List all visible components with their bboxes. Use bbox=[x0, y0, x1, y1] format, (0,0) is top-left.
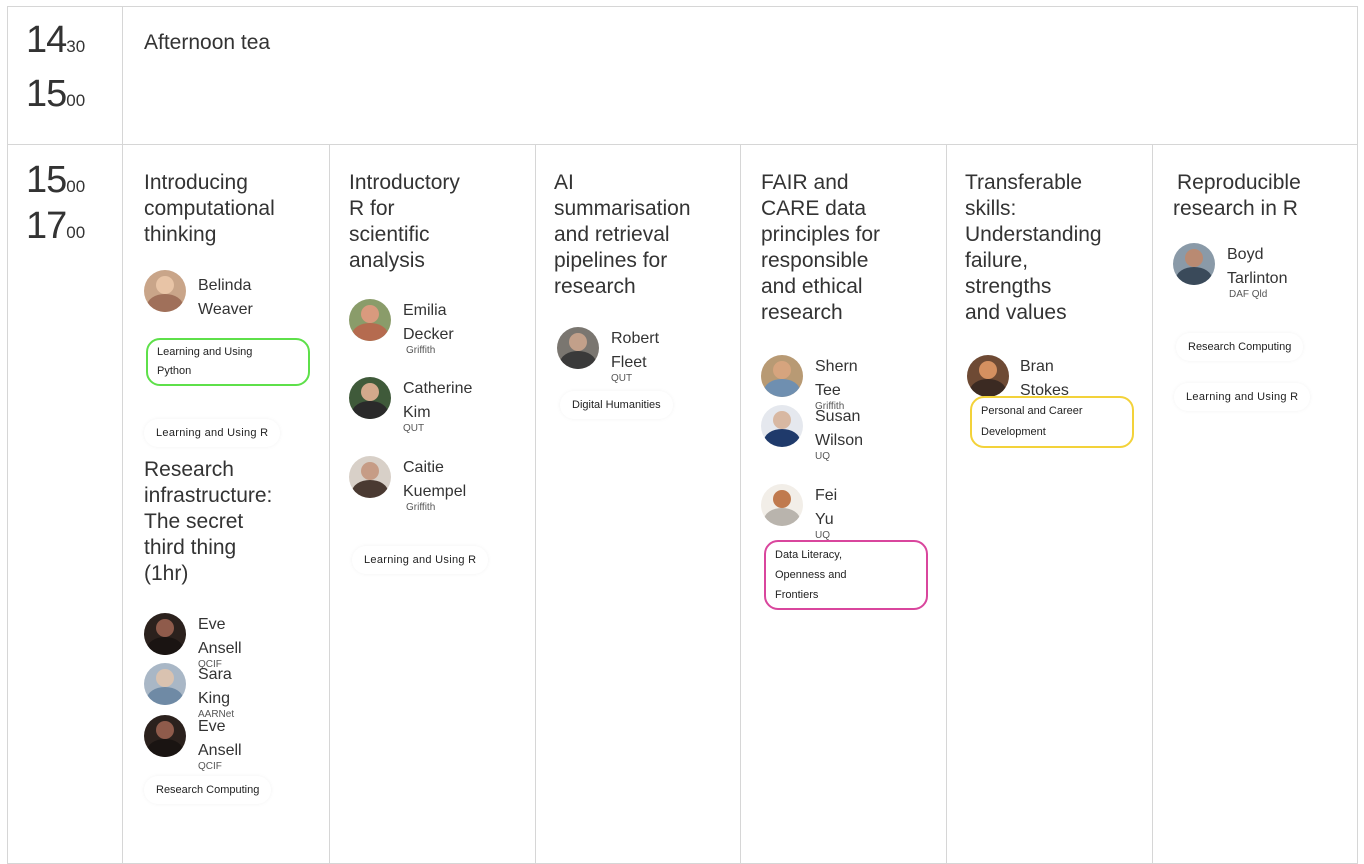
start-time: 1430 bbox=[26, 19, 86, 61]
topic-tag[interactable]: Personal and Career Development bbox=[970, 396, 1134, 448]
break-title: Afternoon tea bbox=[144, 31, 271, 54]
session-title[interactable]: Research infrastructure: The secret thir… bbox=[144, 457, 272, 587]
topic-tag[interactable]: Research Computing bbox=[144, 776, 271, 804]
speaker-name: Sara King AARNet bbox=[198, 666, 235, 720]
session-column-5: Transferable skills: Understanding failu… bbox=[947, 145, 1153, 863]
speaker-avatar bbox=[144, 715, 186, 757]
session-title[interactable]: Introducing computational thinking bbox=[144, 170, 275, 248]
session-title[interactable]: Reproducible research in R bbox=[1173, 170, 1301, 222]
speaker-name: Catherine Kim QUT bbox=[403, 380, 473, 434]
session-title[interactable]: FAIR and CARE data principles for respon… bbox=[761, 170, 880, 326]
session-title[interactable]: Introductory R for scientific analysis bbox=[349, 170, 460, 274]
speaker-name: Caitie Kuempel Griffith bbox=[403, 459, 467, 513]
speaker-avatar bbox=[761, 484, 803, 526]
speaker-name: Robert Fleet QUT bbox=[611, 330, 660, 384]
topic-tag[interactable]: Learning and Using R bbox=[352, 546, 488, 574]
start-time: 1500 bbox=[26, 159, 86, 201]
topic-tag[interactable]: Learning and Using Python bbox=[146, 338, 310, 386]
speaker-avatar bbox=[144, 613, 186, 655]
schedule-row-afternoon-tea: 1430 1500 Afternoon tea bbox=[7, 6, 1358, 145]
speaker-name: Susan Wilson UQ bbox=[815, 408, 864, 462]
speaker-avatar bbox=[349, 456, 391, 498]
speaker-name: Fei Yu UQ bbox=[815, 487, 838, 541]
speaker-name: Belinda Weaver bbox=[198, 277, 253, 318]
session-title[interactable]: AI summarisation and retrieval pipelines… bbox=[554, 170, 691, 300]
speaker-avatar bbox=[349, 299, 391, 341]
speaker-name: Boyd Tarlinton DAF Qld bbox=[1227, 246, 1288, 300]
end-time: 1700 bbox=[26, 205, 86, 247]
session-column-2: Introductory R for scientific analysis E… bbox=[330, 145, 536, 863]
speaker-avatar bbox=[1173, 243, 1215, 285]
time-slot: 1430 1500 bbox=[8, 7, 123, 144]
speaker-avatar bbox=[144, 663, 186, 705]
session-column-4: FAIR and CARE data principles for respon… bbox=[741, 145, 947, 863]
speaker-avatar bbox=[349, 377, 391, 419]
speaker-name: Emilia Decker Griffith bbox=[403, 302, 454, 356]
topic-tag[interactable]: Learning and Using R bbox=[1174, 383, 1310, 411]
end-time: 1500 bbox=[26, 73, 86, 115]
topic-tag[interactable]: Digital Humanities bbox=[560, 391, 673, 419]
speaker-name: Eve Ansell QCIF bbox=[198, 718, 242, 772]
speaker-avatar bbox=[144, 270, 186, 312]
topic-tag[interactable]: Data Literacy, Openness and Frontiers bbox=[764, 540, 928, 610]
schedule-row-sessions: 1500 1700 Introducing computational thin… bbox=[7, 144, 1358, 864]
session-column-3: AI summarisation and retrieval pipelines… bbox=[536, 145, 741, 863]
speaker-avatar bbox=[967, 355, 1009, 397]
time-slot: 1500 1700 bbox=[8, 145, 123, 863]
topic-tag[interactable]: Learning and Using R bbox=[144, 419, 280, 447]
session-title[interactable]: Transferable skills: Understanding failu… bbox=[965, 170, 1102, 326]
schedule-grid: 1430 1500 Afternoon tea 1500 1700 Introd… bbox=[0, 0, 1364, 864]
speaker-avatar bbox=[761, 355, 803, 397]
speaker-avatar bbox=[761, 405, 803, 447]
speaker-avatar bbox=[557, 327, 599, 369]
session-column-6: Reproducible research in R Boyd Tarlinto… bbox=[1153, 145, 1357, 863]
session-column-1: Introducing computational thinking Belin… bbox=[123, 145, 330, 863]
topic-tag[interactable]: Research Computing bbox=[1176, 333, 1303, 361]
